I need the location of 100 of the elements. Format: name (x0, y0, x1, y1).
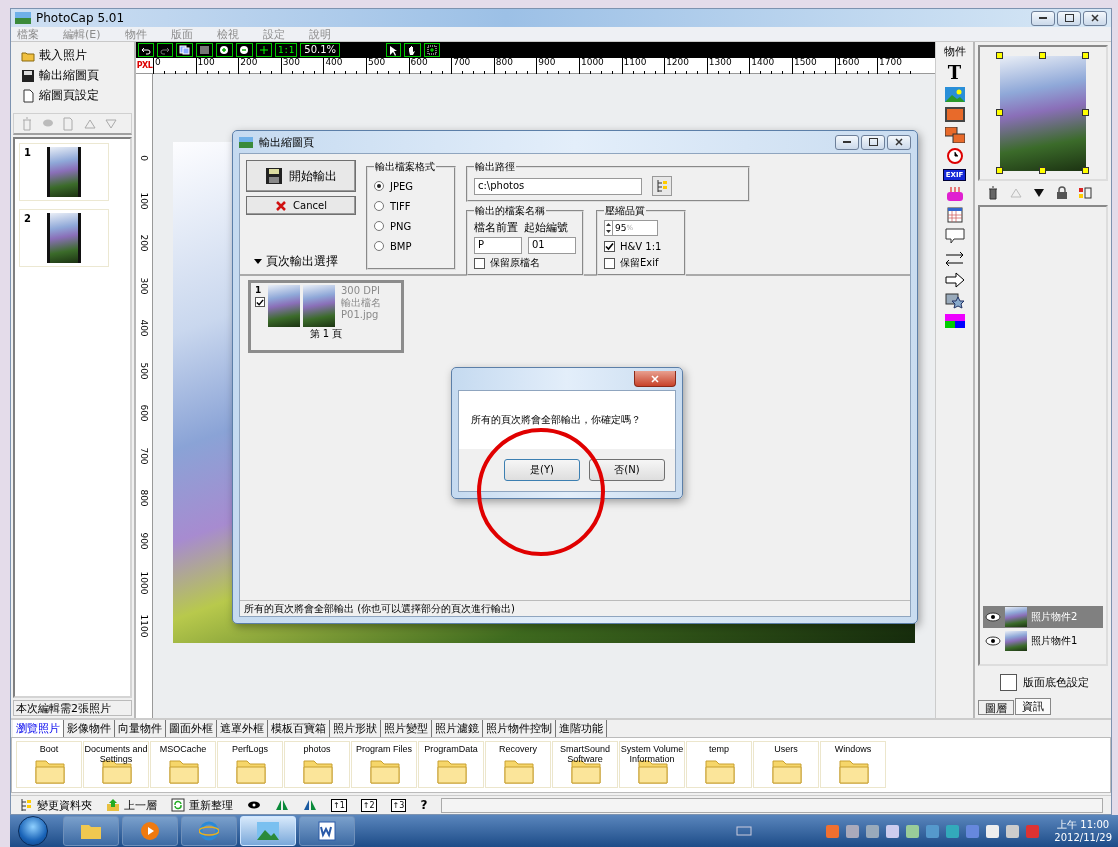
taskbar-button[interactable] (63, 816, 119, 846)
keyboard-icon[interactable] (736, 826, 753, 836)
radio-button[interactable] (374, 181, 384, 191)
lock-icon[interactable] (1055, 186, 1069, 200)
layout-icon[interactable] (1078, 186, 1092, 200)
layer-item[interactable]: 照片物件1 (983, 630, 1103, 652)
folder-item[interactable]: MSOCache (150, 741, 216, 788)
zoom-out-button[interactable] (236, 43, 253, 57)
hand-button[interactable] (404, 43, 422, 57)
prefix-field[interactable]: P (474, 237, 522, 254)
start-number-field[interactable]: 01 (528, 237, 576, 254)
copy-button[interactable] (176, 43, 193, 57)
color-grid-icon[interactable] (944, 314, 965, 328)
layer-item[interactable]: 照片物件2 (983, 606, 1103, 628)
folder-item[interactable]: ProgramData (418, 741, 484, 788)
folder-item[interactable]: Users (753, 741, 819, 788)
level-button[interactable]: ↑3 (390, 798, 407, 812)
frames-icon[interactable] (944, 127, 965, 143)
taskbar-button[interactable] (299, 816, 355, 846)
folder-item[interactable]: SmartSound Software (552, 741, 618, 788)
fit-button[interactable] (256, 43, 272, 57)
checkbox[interactable] (255, 297, 265, 307)
speech-bubble-icon[interactable] (944, 228, 965, 246)
eye-icon[interactable] (985, 635, 1001, 647)
page-select-toggle[interactable]: 頁次輸出選擇 (254, 253, 356, 270)
landscape-icon[interactable] (944, 87, 965, 102)
tray-icon[interactable] (1006, 824, 1020, 838)
close-button[interactable] (634, 371, 676, 387)
resize-handle[interactable] (1082, 109, 1089, 116)
page-thumbnail[interactable]: 1 (19, 143, 109, 201)
maximize-button[interactable] (861, 134, 885, 150)
star-icon[interactable] (944, 293, 965, 309)
tray-icon[interactable] (986, 824, 1000, 838)
calendar-icon[interactable] (946, 207, 963, 223)
resize-handle[interactable] (1082, 51, 1089, 59)
folder-item[interactable]: Recovery (485, 741, 551, 788)
sunset-frame-icon[interactable] (944, 107, 965, 122)
arrows-icon[interactable] (944, 251, 965, 267)
tray-icon[interactable] (866, 824, 880, 838)
action-item[interactable]: 載入照片 (21, 46, 124, 65)
path-field[interactable]: c:\photos (474, 177, 642, 195)
refresh-button[interactable]: 重新整理 (171, 797, 233, 813)
cake-icon[interactable] (944, 186, 965, 202)
radio-button[interactable] (374, 221, 384, 231)
checkbox[interactable] (1000, 674, 1017, 691)
checkbox[interactable] (604, 257, 615, 269)
resize-handle[interactable] (1039, 51, 1046, 59)
resize-handle[interactable] (1082, 166, 1089, 174)
action-item[interactable]: 縮圖頁設定 (21, 86, 124, 105)
folder-item[interactable]: Documents and Settings (83, 741, 149, 788)
radio-button[interactable] (374, 201, 384, 211)
panel-tab[interactable]: 資訊 (1015, 698, 1051, 715)
page-thumbnail[interactable]: 2 (19, 209, 109, 267)
folder-item[interactable]: photos (284, 741, 350, 788)
zoom-field[interactable]: 50.1% (300, 43, 341, 57)
tray-icon[interactable] (906, 824, 920, 838)
folder-item[interactable]: PerfLogs (217, 741, 283, 788)
checkbox[interactable] (474, 257, 485, 269)
resize-handle[interactable] (996, 109, 1003, 116)
start-export-button[interactable]: 開始輸出 (246, 160, 356, 192)
resize-handle[interactable] (996, 51, 1003, 59)
clock-icon[interactable] (946, 148, 963, 164)
resize-handle[interactable] (1039, 166, 1046, 174)
taskbar-button[interactable] (181, 816, 237, 846)
save-icon[interactable] (21, 68, 35, 83)
tray-icon[interactable] (846, 824, 860, 838)
radio-button[interactable] (374, 241, 384, 251)
parent-folder-button[interactable]: 上一層 (106, 797, 157, 813)
minimize-button[interactable] (1031, 10, 1055, 26)
start-button[interactable] (18, 816, 48, 846)
undo-button[interactable] (138, 43, 154, 57)
selection-button[interactable] (424, 43, 441, 57)
page-card[interactable]: 1 300 DPI 輸出檔名 P01.jpg 第 1 頁 (248, 280, 404, 353)
level-button[interactable]: ↑2 (360, 798, 377, 812)
eye-icon[interactable] (985, 611, 1001, 623)
close-button[interactable] (887, 134, 911, 150)
cancel-button[interactable]: Cancel (246, 196, 356, 215)
arrow-icon[interactable] (944, 272, 965, 288)
tray-icon[interactable] (886, 824, 900, 838)
folder-item[interactable]: Program Files (351, 741, 417, 788)
clock[interactable]: 上午 11:00 2012/11/29 (1054, 818, 1112, 844)
actual-size-button[interactable]: 1:1 (275, 43, 298, 57)
resize-handle[interactable] (996, 166, 1003, 174)
tab[interactable]: 瀏覽照片 (13, 720, 64, 737)
close-button[interactable] (1083, 10, 1107, 26)
folder-item[interactable]: temp (686, 741, 752, 788)
flip-icon[interactable] (303, 798, 317, 812)
action-item[interactable]: 輸出縮圖頁 (21, 66, 124, 85)
no-button[interactable]: 否(N) (589, 459, 665, 481)
change-folder-button[interactable]: 變更資料夾 (19, 797, 92, 813)
folder-item[interactable]: Windows (820, 741, 886, 788)
paste-button[interactable] (196, 43, 213, 57)
pointer-button[interactable] (386, 43, 402, 57)
panel-tab[interactable]: 圖層 (978, 700, 1014, 715)
zoom-in-button[interactable] (216, 43, 233, 57)
trash-icon[interactable] (986, 186, 1000, 200)
text-tool-button[interactable]: T (947, 64, 962, 82)
mirror-icon[interactable] (275, 798, 289, 812)
folder-item[interactable]: System Volume Information (619, 741, 685, 788)
document-icon[interactable] (21, 88, 35, 103)
